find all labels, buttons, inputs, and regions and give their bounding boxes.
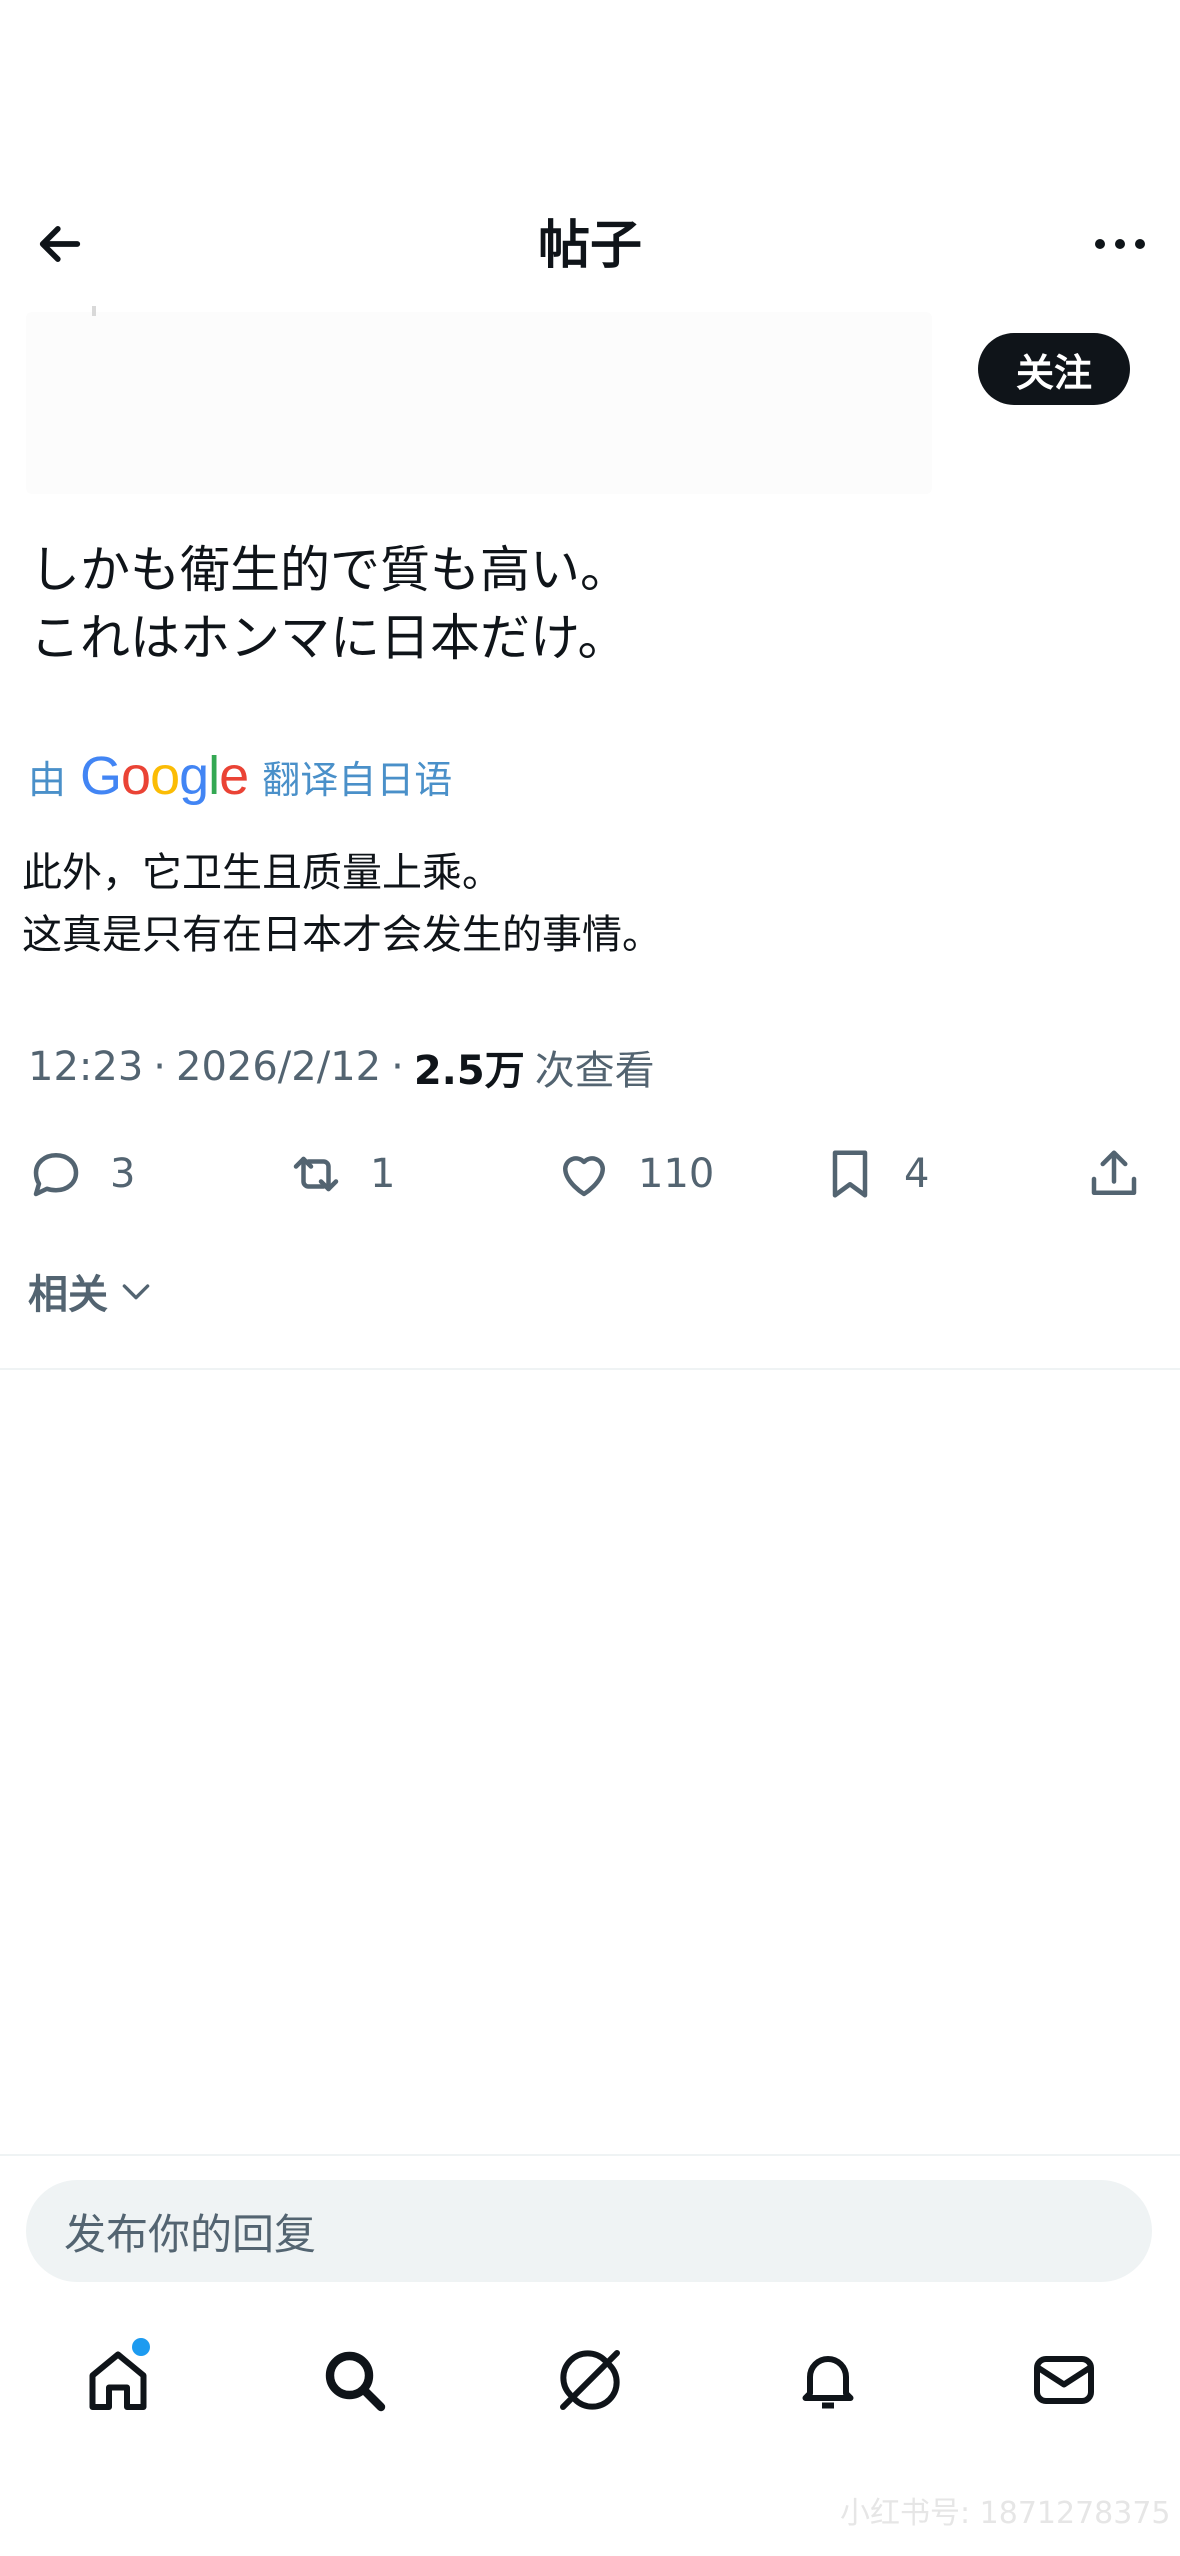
more-button[interactable] (1088, 212, 1152, 276)
tab-messages[interactable] (1014, 2330, 1114, 2430)
author-mark (92, 306, 96, 316)
reply-count: 3 (110, 1151, 136, 1197)
bookmark-count: 4 (904, 1151, 930, 1197)
composer-divider (0, 2154, 1180, 2156)
grok-icon (560, 2350, 620, 2410)
translated-text: 此外，它卫生且质量上乘。 这真是只有在日本才会发生的事情。 (22, 850, 662, 958)
tab-notifications[interactable] (778, 2330, 878, 2430)
related-toggle[interactable]: 相关 (28, 1262, 156, 1320)
watermark: 小红书号: 1871278375 (840, 2496, 1171, 2531)
bookmark-button[interactable]: 4 (820, 1134, 929, 1214)
post-date: 2026/2/12 (176, 1044, 382, 1090)
meta-separator: · (391, 1044, 404, 1090)
share-icon (1091, 1150, 1137, 1195)
repost-icon (293, 1156, 339, 1192)
like-icon (563, 1156, 605, 1197)
google-logo: Google (80, 746, 249, 806)
action-bar: 3 1 110 4 (0, 1134, 1180, 1214)
repost-button[interactable]: 1 (286, 1134, 395, 1214)
bookmark-icon (832, 1150, 868, 1198)
post-meta: 12:23 · 2026/2/12 · 2.5万 次查看 (28, 1038, 655, 1096)
post-time: 12:23 (28, 1044, 144, 1090)
page-title: 帖子 (537, 216, 642, 276)
meta-separator: · (153, 1044, 166, 1090)
like-count: 110 (638, 1151, 715, 1197)
translate-suffix: 翻译自日语 (262, 757, 453, 802)
search-icon (325, 2351, 386, 2412)
home-notification-dot (132, 2338, 150, 2356)
reply-input[interactable]: 发布你的回复 (26, 2180, 1152, 2282)
translate-prefix: 由 (28, 757, 67, 802)
reply-icon (33, 1153, 79, 1197)
views-count[interactable]: 2.5万 (414, 1038, 525, 1096)
reply-button[interactable]: 3 (26, 1134, 135, 1214)
author-info[interactable] (26, 312, 932, 494)
mail-icon (1034, 2356, 1094, 2404)
related-label: 相关 (28, 1272, 108, 1318)
tab-home[interactable] (68, 2330, 168, 2430)
share-button[interactable] (1084, 1134, 1144, 1214)
top-bar: 帖子 (0, 190, 1180, 300)
like-button[interactable]: 110 (554, 1134, 714, 1214)
tab-grok[interactable] (540, 2330, 640, 2430)
more-icon (1095, 239, 1145, 249)
translation-attribution[interactable]: 由 Google 翻译自日语 (28, 744, 452, 808)
post-text: しかも衛生的で質も高い。 これはホンマに日本だけ。 (30, 541, 630, 667)
chevron-down-icon (122, 1284, 150, 1300)
repost-count: 1 (370, 1151, 396, 1197)
bottom-tab-bar (0, 2330, 1180, 2430)
tab-search[interactable] (304, 2330, 404, 2430)
section-divider (0, 1368, 1180, 1370)
views-label: 次查看 (534, 1048, 655, 1094)
bell-icon (802, 2356, 854, 2409)
follow-button[interactable]: 关注 (978, 333, 1130, 405)
